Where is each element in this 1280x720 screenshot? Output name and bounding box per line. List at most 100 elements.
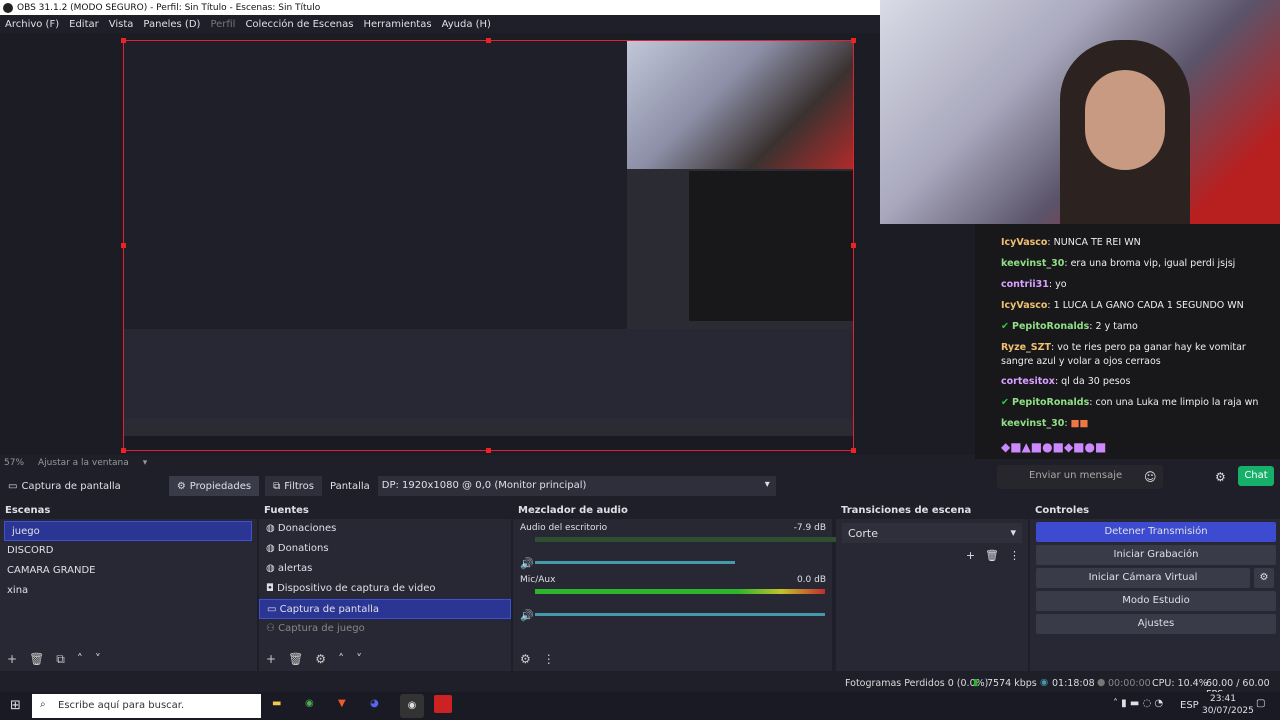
notification-icon[interactable]: ▢ [1256, 698, 1265, 709]
menu-perfil[interactable]: Perfil [210, 19, 235, 30]
source-item[interactable]: ⚇ Captura de juego [259, 619, 511, 639]
transition-select[interactable]: Corte ▾ [842, 523, 1022, 543]
scene-item[interactable]: juego [4, 521, 252, 541]
resize-handle[interactable] [486, 448, 491, 453]
filter-icon[interactable]: ⧉ [56, 652, 65, 667]
volume-meter [535, 537, 840, 542]
resize-handle[interactable] [121, 448, 126, 453]
discord-icon[interactable]: ◕ [370, 698, 379, 709]
chat-message: cortesitox: ql da 30 pesos [1001, 376, 1131, 387]
filters-button[interactable]: ⧉ Filtros [265, 476, 322, 496]
menu-editar[interactable]: Editar [69, 19, 99, 30]
sources-title: Fuentes [259, 503, 511, 519]
source-item[interactable]: ◍ Donations [259, 539, 511, 559]
audio-mixer-dock: Mezclador de audio Audio del escritorio … [513, 503, 840, 671]
globe-icon: ◍ [266, 563, 275, 574]
chevron-up-icon[interactable]: ˄ [77, 652, 83, 666]
chevron-down-icon[interactable]: ˅ [356, 652, 362, 666]
scene-item[interactable]: xina [0, 581, 257, 601]
filter-icon: ⧉ [273, 480, 281, 492]
brave-icon[interactable]: ▼ [338, 698, 346, 709]
gear-icon[interactable]: ⚙ [520, 652, 531, 666]
volume-slider[interactable] [535, 561, 735, 564]
volume-meter [535, 589, 825, 594]
camera-icon: ◘ [266, 583, 274, 594]
chat-message: Ryze_SZT: vo te ries pero pa ganar hay k… [1001, 342, 1246, 367]
menu-herramientas[interactable]: Herramientas [363, 19, 431, 30]
display-select[interactable]: DP: 1920x1080 @ 0,0 (Monitor principal) ▾ [377, 476, 776, 496]
file-explorer-icon[interactable]: ▬ [272, 698, 281, 709]
monitor-icon: ▭ [8, 480, 18, 492]
resize-handle[interactable] [851, 38, 856, 43]
clock-time[interactable]: 23:41 [1210, 694, 1236, 704]
windows-start-icon[interactable]: ⊞ [10, 698, 21, 713]
menu-paneles[interactable]: Paneles (D) [143, 19, 200, 30]
display-label: Pantalla [330, 480, 370, 492]
add-icon[interactable]: + [966, 549, 975, 562]
virtual-camera-settings-icon[interactable]: ⚙ [1254, 568, 1274, 588]
resize-handle[interactable] [486, 38, 491, 43]
clock-date[interactable]: 30/07/2025 [1202, 706, 1254, 716]
trash-icon[interactable]: 🗑 [288, 652, 303, 666]
chevron-down-icon[interactable]: ▾ [143, 458, 148, 468]
preview-zoom-bar: 57% Ajustar a la ventana ▾ [0, 455, 975, 471]
trash-icon[interactable]: 🗑 [29, 652, 44, 666]
chat-message: ✔ PepitoRonalds: con una Luka me limpio … [1001, 397, 1259, 408]
stop-stream-button[interactable]: Detener Transmisión [1036, 522, 1276, 542]
scene-item[interactable]: DISCORD [0, 541, 257, 561]
resize-handle[interactable] [851, 243, 856, 248]
add-icon[interactable]: + [7, 652, 17, 666]
emote-icon: ◆■▲■●■◆■●■ [1001, 440, 1107, 454]
menu-coleccion[interactable]: Colección de Escenas [245, 19, 353, 30]
globe-icon: ◍ [266, 523, 275, 534]
menu-icon[interactable]: ⋮ [1009, 549, 1020, 562]
fit-to-window[interactable]: Ajustar a la ventana [38, 458, 129, 468]
chevron-down-icon[interactable]: ˅ [95, 652, 101, 666]
source-item[interactable]: ◍ alertas [259, 559, 511, 579]
menu-icon[interactable]: ⋮ [543, 652, 555, 666]
chrome-icon[interactable]: ◉ [305, 698, 314, 709]
settings-button[interactable]: Ajustes [1036, 614, 1276, 634]
chat-message: IcyVasco: NUNCA TE REI WN [1001, 237, 1141, 248]
speaker-icon[interactable]: 🔊 [520, 557, 534, 570]
resize-handle[interactable] [121, 243, 126, 248]
preview-area[interactable] [0, 33, 975, 455]
source-item[interactable]: ▭ Captura de pantalla [259, 599, 511, 619]
studio-mode-button[interactable]: Modo Estudio [1036, 591, 1276, 611]
app-icon[interactable] [434, 695, 452, 713]
resize-handle[interactable] [121, 38, 126, 43]
trash-icon[interactable]: 🗑 [985, 549, 999, 562]
sources-dock: Fuentes ◍ Donaciones ◍ Donations ◍ alert… [259, 503, 511, 671]
add-icon[interactable]: + [266, 652, 276, 666]
chat-message: contrii31: yo [1001, 279, 1067, 290]
start-recording-button[interactable]: Iniciar Grabación [1036, 545, 1276, 565]
taskbar-search[interactable]: ⌕ Escribe aquí para buscar. [32, 694, 261, 718]
gamepad-icon: ⚇ [266, 623, 275, 634]
mixer-channel: Audio del escritorio -7.9 dB 🔊 [513, 519, 840, 571]
virtual-camera-row: Iniciar Cámara Virtual ⚙ [1030, 565, 1280, 588]
menu-ayuda[interactable]: Ayuda (H) [442, 19, 491, 30]
dropped-frames: Fotogramas Perdidos 0 (0.0%) [845, 678, 989, 689]
sources-toolbar: + 🗑 ⚙ ˄ ˅ [259, 649, 511, 669]
chevron-up-icon[interactable]: ˄ [338, 652, 344, 666]
webcam-face [1085, 70, 1165, 170]
preview-canvas[interactable] [123, 40, 854, 451]
obs-icon[interactable]: ◉ [400, 694, 424, 718]
chat-message: keevinst_30: ■■ [1001, 418, 1089, 429]
menu-archivo[interactable]: Archivo (F) [5, 19, 59, 30]
start-virtual-camera-button[interactable]: Iniciar Cámara Virtual [1036, 568, 1250, 588]
resize-handle[interactable] [851, 448, 856, 453]
volume-slider[interactable] [535, 613, 825, 616]
source-item[interactable]: ◘ Dispositivo de captura de video [259, 579, 511, 599]
properties-button[interactable]: ⚙ Propiedades [168, 476, 260, 496]
zoom-level[interactable]: 57% [4, 458, 24, 468]
menu-vista[interactable]: Vista [109, 19, 134, 30]
source-item[interactable]: ◍ Donaciones [259, 519, 511, 539]
speaker-icon[interactable]: 🔊 [520, 609, 534, 622]
gear-icon[interactable]: ⚙ [315, 652, 326, 666]
status-bar: Fotogramas Perdidos 0 (0.0%) ▮ 7574 kbps… [0, 676, 1280, 700]
chevron-down-icon: ▾ [1010, 526, 1016, 539]
scene-item[interactable]: CAMARA GRANDE [0, 561, 257, 581]
tray-icons[interactable]: ˄ ▮ ▬ ◌ ◔ [1113, 698, 1163, 709]
language-indicator[interactable]: ESP [1180, 700, 1199, 711]
